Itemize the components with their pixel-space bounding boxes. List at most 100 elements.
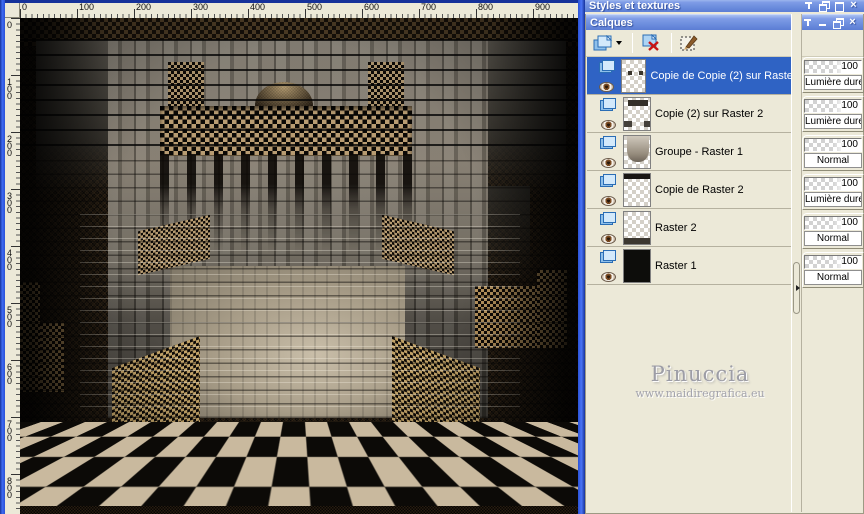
ruler-label: 600 (364, 2, 380, 12)
ruler-label: 200 (136, 2, 152, 12)
ruler-label: 3 0 0 (7, 191, 13, 215)
image-window-right-border (578, 0, 585, 514)
layer-row[interactable]: Copie de Raster 2 (587, 171, 791, 209)
layer-thumbnail[interactable] (623, 96, 651, 131)
toolbar-separator (632, 33, 633, 53)
layer-opacity-value: 100 (841, 139, 858, 150)
layer-row-icons (597, 211, 619, 245)
layer-thumbnail[interactable] (620, 58, 647, 93)
layer-thumbnail[interactable] (623, 210, 651, 245)
layer-visibility-eye-icon[interactable] (600, 119, 616, 130)
layer-page-icon (598, 59, 615, 73)
layer-row[interactable]: Copie (2) sur Raster 2 (587, 95, 791, 133)
watermark-url: www.maidiregrafica.eu (635, 387, 765, 400)
layer-page-icon (600, 173, 616, 187)
psp-application: 0 100 200 300 400 500 600 700 800 900 0 1 0 0 2 0 0… (0, 0, 864, 514)
splitter-handle[interactable] (793, 262, 800, 314)
ruler-label: 700 (421, 2, 437, 12)
layer-row[interactable]: Raster 2 (587, 209, 791, 247)
layer-row-icons (597, 249, 619, 283)
layer-controls-group: 100 Lumière dure (802, 96, 864, 132)
ruler-label: 7 0 0 (7, 419, 13, 443)
layer-controls-column: 100 Lumière dure 100 Lumière dure 100 No… (802, 57, 864, 291)
layer-visibility-eye-icon[interactable] (600, 271, 616, 282)
canvas-image[interactable] (20, 18, 578, 514)
layer-name: Copie de Copie (2) sur Raster 2 (650, 69, 791, 82)
layer-page-icon (600, 135, 616, 149)
layer-visibility-eye-icon[interactable] (600, 195, 616, 206)
layer-opacity-slider[interactable]: 100 (804, 60, 862, 74)
delete-layer-button[interactable] (638, 32, 664, 54)
layer-blend-mode-value: Normal (816, 272, 850, 283)
layer-blend-mode-select[interactable]: Normal (804, 153, 862, 168)
minimize-icon[interactable] (816, 17, 829, 28)
layers-palette-titlebar[interactable]: Calques × (586, 14, 863, 30)
image-window: 0 100 200 300 400 500 600 700 800 900 0 1 0 0 2 0 0… (0, 0, 585, 514)
ruler-label: 400 (250, 2, 266, 12)
ruler-label: 300 (193, 2, 209, 12)
close-icon[interactable]: × (846, 17, 859, 28)
pin-icon[interactable] (802, 0, 815, 11)
layer-blend-mode-select[interactable]: Lumière dure (804, 114, 862, 129)
maximize-icon[interactable] (832, 0, 845, 12)
artwork-floor-bottom-strip (20, 504, 578, 514)
layer-visibility-eye-icon[interactable] (599, 81, 615, 92)
layer-opacity-slider[interactable]: 100 (804, 177, 862, 191)
ruler-label: 1 0 0 (7, 77, 13, 101)
palette-dock: Styles et textures × Calques × Copie de … (585, 0, 864, 514)
restore-icon[interactable] (817, 0, 830, 12)
ruler-vertical: 0 1 0 0 2 0 0 3 0 0 4 0 0 5 0 0 6 0 0 7 0 0 8 0 … (5, 18, 20, 514)
layer-page-icon (600, 249, 616, 263)
layer-blend-mode-value: Normal (816, 155, 850, 166)
restore-icon[interactable] (831, 17, 844, 29)
layer-controls-group: 100 Lumière dure (802, 57, 864, 93)
layer-list: Copie de Copie (2) sur Raster 2 Copie (2… (587, 57, 791, 285)
ruler-label: 800 (478, 2, 494, 12)
layer-blend-mode-select[interactable]: Normal (804, 270, 862, 285)
ruler-label: 5 0 0 (7, 305, 13, 329)
layer-row-icons (597, 97, 619, 131)
layer-thumbnail[interactable] (623, 248, 651, 283)
ruler-label: 100 (79, 2, 95, 12)
layer-thumbnail[interactable] (623, 134, 651, 169)
layer-controls-group: 100 Normal (802, 135, 864, 171)
layer-blend-mode-value: Normal (816, 233, 850, 244)
layer-row[interactable]: Copie de Copie (2) sur Raster 2 (587, 57, 791, 95)
layer-opacity-slider[interactable]: 100 (804, 216, 862, 230)
watermark-name: Pinuccia (650, 362, 750, 386)
styles-palette-titlebar[interactable]: Styles et textures × (585, 0, 864, 12)
layer-blend-mode-select[interactable]: Normal (804, 231, 862, 246)
palette-splitter[interactable] (791, 14, 802, 512)
layer-blend-mode-value: Lumière dure (805, 194, 862, 205)
layers-palette-title: Calques (590, 16, 633, 29)
chevron-down-icon (616, 41, 622, 45)
delete-layer-icon (642, 34, 659, 51)
layer-blend-mode-value: Lumière dure (805, 116, 862, 127)
layer-opacity-slider[interactable]: 100 (804, 138, 862, 152)
layer-blend-mode-select[interactable]: Lumière dure (804, 192, 862, 207)
layer-visibility-eye-icon[interactable] (600, 157, 616, 168)
ruler-label: 2 0 0 (7, 134, 13, 158)
close-icon[interactable]: × (847, 0, 860, 11)
edit-selection-button[interactable] (677, 32, 702, 54)
styles-palette: Styles et textures × (585, 0, 864, 13)
layer-page-icon (600, 97, 616, 111)
layer-blend-mode-select[interactable]: Lumière dure (804, 75, 862, 90)
ruler-horizontal: 0 100 200 300 400 500 600 700 800 900 (20, 3, 578, 18)
layer-opacity-value: 100 (841, 100, 858, 111)
layer-row-icons (597, 59, 617, 93)
pin-icon[interactable] (801, 17, 814, 28)
ruler-label: 900 (535, 2, 551, 12)
new-layer-button[interactable] (590, 33, 625, 54)
layer-visibility-eye-icon[interactable] (600, 233, 616, 244)
layer-row[interactable]: Groupe - Raster 1 (587, 133, 791, 171)
layer-controls-group: 100 Normal (802, 213, 864, 249)
layer-row[interactable]: Raster 1 (587, 247, 791, 285)
ruler-label: 500 (307, 2, 323, 12)
layer-opacity-slider[interactable]: 100 (804, 99, 862, 113)
layers-palette: Calques × Copie de Copie (2) sur Raster … (585, 14, 864, 514)
layer-thumbnail[interactable] (623, 172, 651, 207)
layers-toolbar (586, 30, 863, 57)
layer-name: Groupe - Raster 1 (655, 145, 744, 158)
layer-opacity-slider[interactable]: 100 (804, 255, 862, 269)
